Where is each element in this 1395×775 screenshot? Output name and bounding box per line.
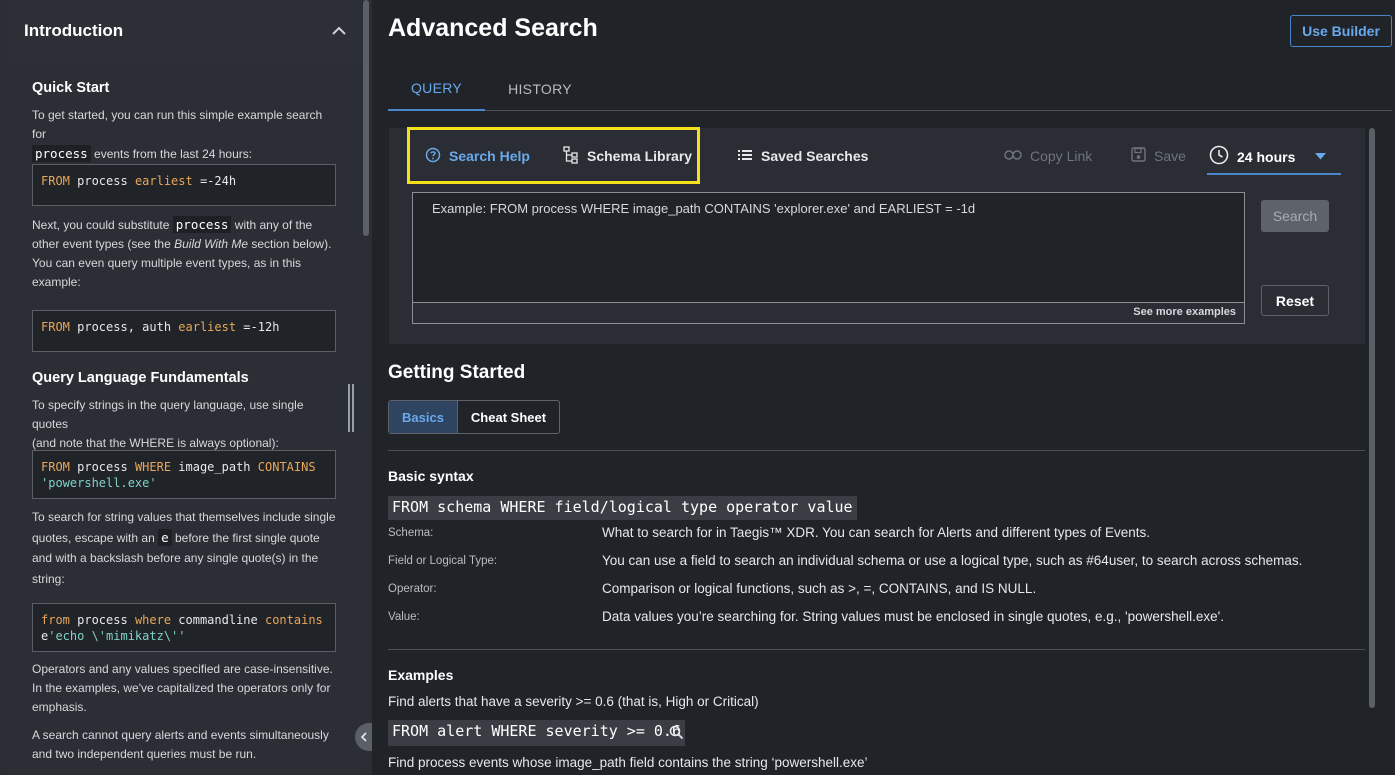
- save-button[interactable]: Save: [1131, 143, 1186, 169]
- save-icon: [1131, 147, 1146, 165]
- schema-library-button[interactable]: Schema Library: [563, 143, 692, 169]
- basic-syntax-title: Basic syntax: [388, 468, 474, 484]
- list-icon: [737, 148, 753, 165]
- copy-link-button[interactable]: Copy Link: [1004, 143, 1092, 169]
- caret-down-icon: [1315, 151, 1327, 163]
- time-range-select[interactable]: 24 hours: [1207, 140, 1341, 175]
- basic-syntax-code: FROM schema WHERE field/logical type ope…: [388, 496, 857, 520]
- inline-code: process: [32, 145, 91, 162]
- getting-started-title: Getting Started: [388, 362, 526, 383]
- fundamentals-text-4: A search cannot query alerts and events …: [32, 728, 329, 761]
- quick-start-heading: Quick Start: [32, 80, 110, 96]
- link-icon: [1004, 148, 1022, 164]
- tab-query[interactable]: QUERY: [388, 66, 485, 111]
- clock-icon: [1209, 145, 1229, 168]
- fundamentals-text-1: To specify strings in the query language…: [32, 398, 304, 450]
- fundamentals-text-3: Operators and any values specified are c…: [32, 662, 333, 714]
- example-description: Find process events whose image_path fie…: [388, 755, 868, 770]
- definition-label: Operator:: [388, 583, 437, 595]
- fundamentals-text-2: To search for string values that themsel…: [32, 510, 336, 586]
- code-example-3[interactable]: FROM process WHERE image_path CONTAINS '…: [32, 450, 336, 499]
- save-label: Save: [1154, 148, 1186, 164]
- reset-button[interactable]: Reset: [1261, 285, 1329, 316]
- code-example-1[interactable]: FROM process earliest =-24h: [32, 164, 336, 206]
- example-code: FROM alert WHERE severity >= 0.6: [388, 720, 685, 746]
- sidebar-scrollbar[interactable]: [363, 0, 369, 236]
- page-title: Advanced Search: [388, 14, 598, 42]
- search-help-button[interactable]: Search Help: [425, 143, 530, 169]
- inline-code: e: [158, 528, 172, 546]
- tabs: QUERY HISTORY: [388, 66, 1392, 111]
- definition-label: Value:: [388, 611, 420, 623]
- quick-start-text: To get started, you can run this simple …: [32, 108, 323, 162]
- segment-cheat-sheet[interactable]: Cheat Sheet: [458, 401, 559, 433]
- sidebar-header[interactable]: Introduction: [8, 0, 362, 62]
- saved-searches-button[interactable]: Saved Searches: [737, 143, 868, 169]
- segment-basics[interactable]: Basics: [389, 401, 458, 433]
- fundamentals-heading: Query Language Fundamentals: [32, 370, 249, 386]
- segmented-control: Basics Cheat Sheet: [388, 400, 560, 434]
- query-input[interactable]: Example: FROM process WHERE image_path C…: [412, 192, 1245, 303]
- search-button[interactable]: Search: [1261, 200, 1329, 232]
- code-example-2[interactable]: FROM process, auth earliest =-12h: [32, 310, 336, 352]
- definition-value: Comparison or logical functions, such as…: [602, 581, 1037, 596]
- saved-searches-label: Saved Searches: [761, 148, 869, 164]
- tab-history[interactable]: HISTORY: [496, 66, 584, 111]
- example-description: Find alerts that have a severity >= 0.6 …: [388, 694, 759, 709]
- main-scrollbar[interactable]: [1369, 128, 1375, 708]
- help-sidebar: Introduction Quick Start To get started,…: [0, 0, 372, 775]
- divider: [388, 450, 1365, 451]
- schema-library-label: Schema Library: [587, 148, 693, 164]
- inline-code: process: [172, 216, 232, 233]
- copy-link-label: Copy Link: [1030, 148, 1093, 164]
- definition-label: Field or Logical Type:: [388, 555, 498, 567]
- definition-value: You can use a field to search an individ…: [602, 553, 1303, 568]
- search-help-label: Search Help: [449, 148, 530, 164]
- examples-title: Examples: [388, 667, 454, 683]
- see-more-examples-link[interactable]: See more examples: [412, 302, 1245, 324]
- sidebar-title: Introduction: [24, 21, 124, 40]
- quick-start-text-2: Next, you could substitute process with …: [32, 216, 332, 289]
- definition-value: Data values you’re searching for. String…: [602, 609, 1225, 624]
- search-icon[interactable]: [669, 725, 684, 745]
- chevron-up-icon[interactable]: [332, 23, 346, 39]
- resize-handle[interactable]: [348, 384, 356, 432]
- divider: [388, 649, 1365, 650]
- definition-label: Schema:: [388, 527, 434, 539]
- time-range-value: 24 hours: [1237, 148, 1296, 165]
- schema-tree-icon: [563, 145, 579, 167]
- use-builder-button[interactable]: Use Builder: [1290, 15, 1392, 47]
- definition-value: What to search for in Taegis™ XDR. You c…: [602, 525, 1151, 540]
- help-circle-icon: [425, 147, 441, 166]
- code-example-4[interactable]: from process where commandline contains …: [32, 603, 336, 652]
